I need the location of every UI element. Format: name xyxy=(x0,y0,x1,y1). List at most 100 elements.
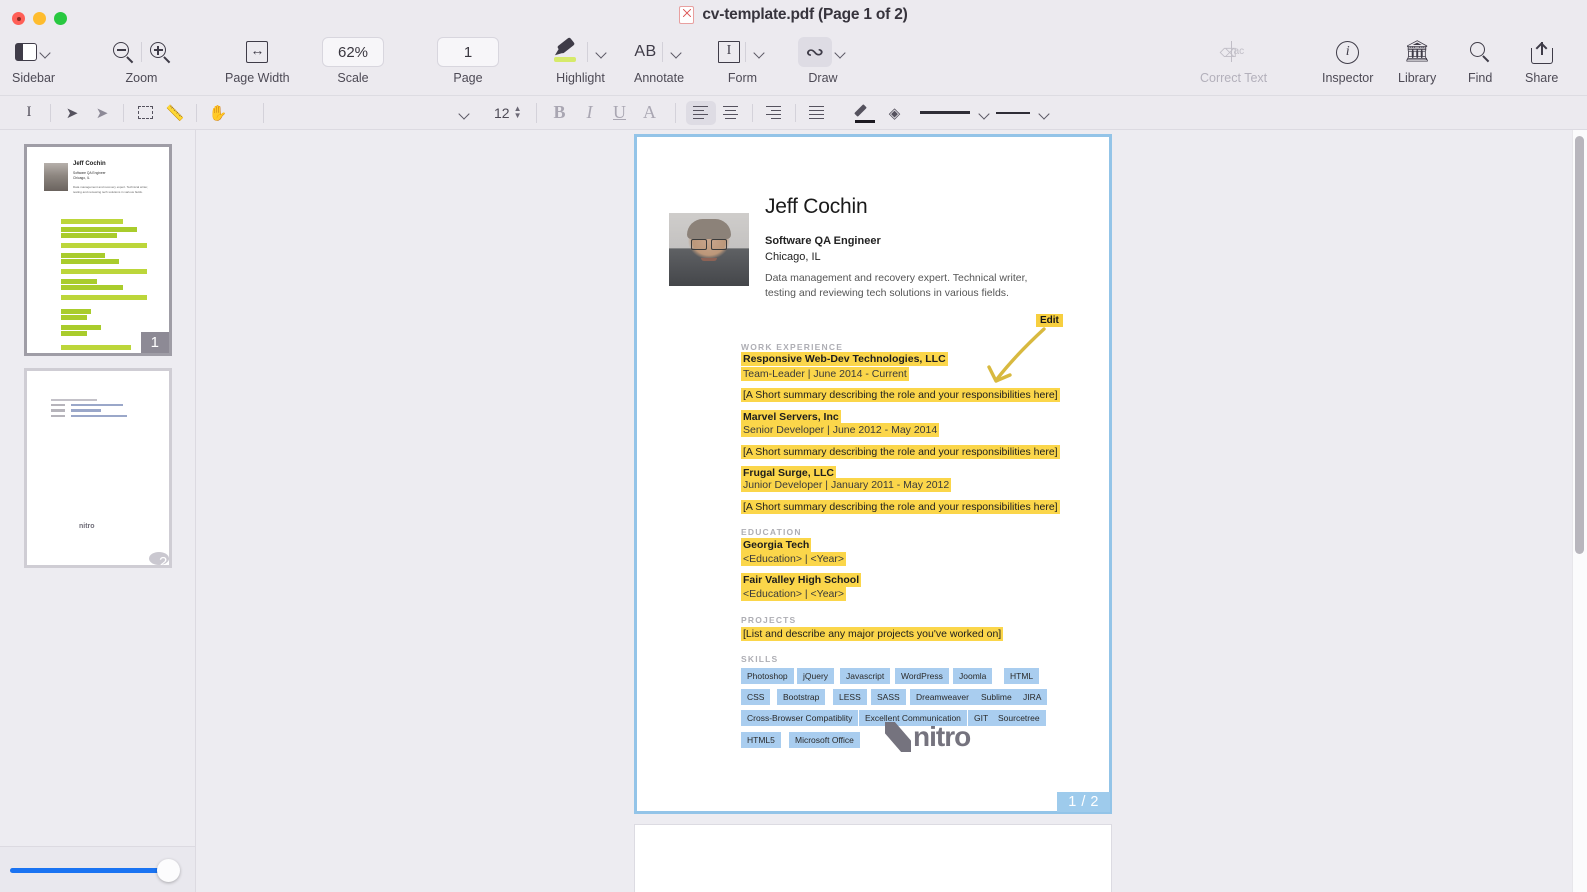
library-bank-icon[interactable]: 🏛 xyxy=(1404,40,1431,64)
document-viewport[interactable]: Jeff Cochin Software QA Engineer Chicago… xyxy=(196,130,1587,892)
curved-arrow-annotation[interactable] xyxy=(981,323,1051,393)
thumbnail-size-slider[interactable] xyxy=(10,868,180,873)
chevron-down-icon-line-style[interactable] xyxy=(1036,103,1052,123)
vertical-scrollbar-thumb[interactable] xyxy=(1575,136,1584,554)
toolbar-group-share[interactable]: Share xyxy=(1525,34,1558,85)
align-left-button[interactable] xyxy=(685,100,716,125)
pointer-arrow-icon[interactable]: ➤ xyxy=(87,101,117,125)
chevron-down-icon-draw[interactable] xyxy=(832,42,848,62)
share-icon[interactable] xyxy=(1530,40,1553,64)
nitro-n-icon xyxy=(885,722,911,752)
scale-value[interactable]: 62% xyxy=(322,37,384,67)
toolbar-group-page-width[interactable]: Page Width xyxy=(225,34,290,85)
zoom-in-icon[interactable] xyxy=(147,39,173,65)
line-weight-thin-preview[interactable] xyxy=(995,111,1030,114)
thumb-role: Software QA Engineer Chicago, IL xyxy=(73,171,106,180)
info-circle-icon[interactable]: i xyxy=(1336,40,1360,64)
toolbar-label-page-width: Page Width xyxy=(225,71,290,85)
vertical-scrollbar-track[interactable] xyxy=(1572,130,1587,892)
skill-tag: WordPress xyxy=(895,668,949,684)
toolbar-group-form[interactable]: Form xyxy=(718,34,767,85)
font-family-chevron-icon[interactable] xyxy=(456,103,472,123)
page-width-icon[interactable] xyxy=(246,39,269,63)
font-size-field[interactable]: 12 ▲ ▼ xyxy=(494,105,522,121)
cv-location: Chicago, IL xyxy=(765,251,821,263)
skill-tag: Cross-Browser Compatiblity xyxy=(741,710,859,726)
toolbar-group-annotate[interactable]: AB Annotate xyxy=(634,34,684,85)
ruler-icon[interactable]: 📏 xyxy=(160,101,190,125)
toolbar-divider xyxy=(141,42,142,62)
toolbar-label-inspector: Inspector xyxy=(1322,71,1374,85)
skill-tag: HTML xyxy=(1004,668,1040,684)
thumbnail-size-slider-area[interactable] xyxy=(0,846,195,892)
chevron-down-icon-sidebar[interactable] xyxy=(37,42,53,62)
form-field-icon[interactable] xyxy=(718,41,740,63)
toolbar-group-scale[interactable]: 62% Scale xyxy=(322,34,384,85)
thumbnail-sidebar[interactable]: Jeff Cochin Software QA Engineer Chicago,… xyxy=(0,130,196,892)
ab-text-icon[interactable]: AB xyxy=(634,43,656,61)
toolbar-label-share: Share xyxy=(1525,71,1559,85)
skill-tag: HTML5 xyxy=(741,732,781,748)
search-icon[interactable] xyxy=(1468,40,1492,64)
chevron-down-icon-line-weight[interactable] xyxy=(976,103,992,123)
thumbnail-page-2[interactable]: nitro 2 xyxy=(24,368,172,568)
page-number-input[interactable]: 1 xyxy=(437,37,499,67)
cv-section-heading-projects: PROJECTS xyxy=(741,615,797,625)
font-size-stepper[interactable]: ▲ ▼ xyxy=(514,105,522,120)
marquee-select-icon[interactable] xyxy=(130,101,160,125)
cv-work-company-2: Marvel Servers, Inc xyxy=(741,410,841,424)
cv-work-meta-3: Junior Developer | January 2011 - May 20… xyxy=(741,478,952,492)
cv-work-summary-2: [A Short summary describing the role and… xyxy=(741,445,1060,459)
align-justify-button[interactable] xyxy=(802,101,832,125)
format-divider xyxy=(751,103,753,122)
document-page-2[interactable] xyxy=(634,824,1112,892)
toolbar-group-correct-text: ⌫ ac Correct Text xyxy=(1200,34,1267,85)
skill-tag: SASS xyxy=(871,689,906,705)
align-right-button[interactable] xyxy=(759,101,789,125)
italic-button[interactable]: I xyxy=(575,101,605,125)
skill-tag: Sublime xyxy=(975,689,1018,705)
text-cursor-icon[interactable]: I xyxy=(14,101,44,125)
thumbnail-page-number-1: 1 xyxy=(140,332,169,353)
underline-button[interactable]: U xyxy=(605,101,635,125)
format-divider xyxy=(196,103,197,122)
chevron-down-icon-form[interactable] xyxy=(751,42,767,62)
slider-knob[interactable] xyxy=(157,859,180,882)
toolbar-group-inspector[interactable]: i Inspector xyxy=(1322,34,1373,85)
line-weight-thick-preview[interactable] xyxy=(919,111,970,114)
pen-color-icon[interactable] xyxy=(850,101,880,125)
toolbar-group-find[interactable]: Find xyxy=(1468,34,1492,85)
zoom-out-icon[interactable] xyxy=(110,39,136,65)
thumb-photo xyxy=(44,163,68,191)
skill-tag: LESS xyxy=(833,689,867,705)
document-page-1[interactable]: Jeff Cochin Software QA Engineer Chicago… xyxy=(634,134,1112,814)
chevron-down-icon-annotate[interactable] xyxy=(668,42,684,62)
toolbar-group-page[interactable]: 1 Page xyxy=(437,34,499,85)
toolbar-group-sidebar[interactable]: Sidebar xyxy=(12,34,55,85)
text-color-button[interactable]: A xyxy=(635,101,665,125)
skill-tag: Joomla xyxy=(953,668,993,684)
toolbar-label-page: Page xyxy=(453,71,483,85)
hand-icon[interactable]: ✋ xyxy=(203,101,233,125)
draw-squiggle-icon[interactable]: ∾ xyxy=(798,37,832,67)
toolbar-label-highlight: Highlight xyxy=(556,71,605,85)
fill-bucket-icon[interactable]: ◈ xyxy=(880,101,910,125)
thumbnail-page-1-preview: Jeff Cochin Software QA Engineer Chicago,… xyxy=(27,147,169,353)
nitro-wordmark: nitro xyxy=(913,721,971,752)
align-center-button[interactable] xyxy=(716,101,746,125)
thumbnail-page-1[interactable]: Jeff Cochin Software QA Engineer Chicago,… xyxy=(24,144,172,356)
select-arrow-icon[interactable]: ➤ xyxy=(57,101,87,125)
bold-button[interactable]: B xyxy=(545,101,575,125)
thumbnail-page-number-2: 2 xyxy=(149,552,169,565)
toolbar-group-library[interactable]: 🏛 Library xyxy=(1398,34,1436,85)
highlighter-icon[interactable] xyxy=(552,37,582,65)
toolbar-label-find: Find xyxy=(1468,71,1493,85)
cv-work-summary-3: [A Short summary describing the role and… xyxy=(741,500,1060,514)
chevron-down-icon-highlight[interactable] xyxy=(593,42,609,62)
toolbar-group-zoom[interactable]: Zoom xyxy=(110,34,173,85)
format-divider xyxy=(50,103,51,122)
toolbar-group-draw[interactable]: ∾ Draw xyxy=(798,34,848,85)
toolbar-group-highlight[interactable]: Highlight xyxy=(552,34,609,85)
sidebar-toggle-icon[interactable] xyxy=(14,43,37,61)
page-indicator-badge: 1 / 2 xyxy=(1057,792,1110,812)
